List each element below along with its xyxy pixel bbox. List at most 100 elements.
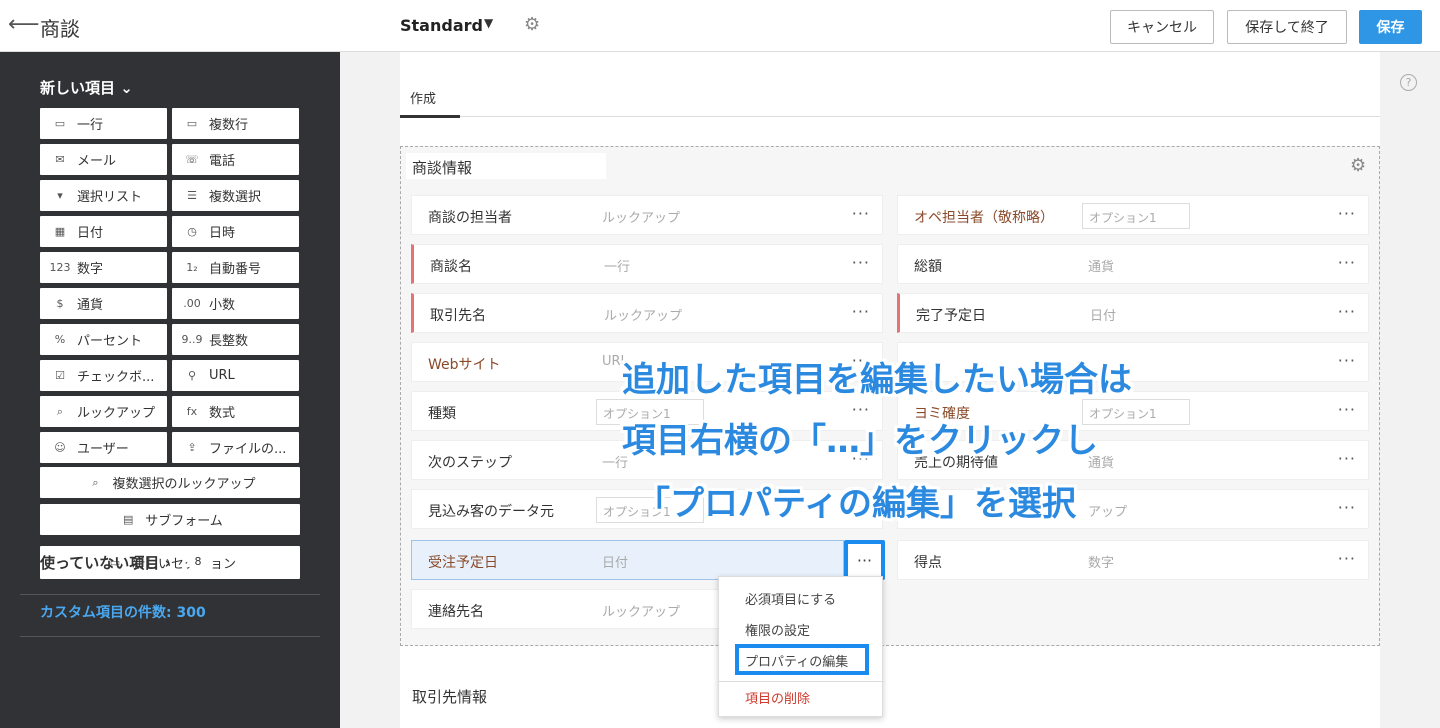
field-label: 得点	[914, 555, 942, 571]
field-type-icon: .00	[183, 297, 201, 310]
chevron-down-icon: ⌄	[120, 79, 133, 97]
custom-field-count: カスタム項目の件数: 300	[40, 605, 206, 621]
more-options-icon[interactable]: ···	[1338, 302, 1356, 321]
layout-field[interactable]: 取引先名 ルックアップ ···	[411, 293, 883, 333]
more-options-icon[interactable]: ···	[852, 253, 870, 272]
field-type-icon: ✉	[55, 153, 65, 166]
save-and-close-button[interactable]: 保存して終了	[1227, 10, 1347, 44]
unused-label: 使っていない項目	[40, 554, 160, 572]
field-type-tile[interactable]: ▾ 選択リスト	[40, 180, 167, 211]
field-type-tile[interactable]: ☺ ユーザー	[40, 432, 167, 463]
field-type-icon: ⚲	[187, 369, 197, 382]
arrow-left-icon[interactable]: ⟵	[8, 12, 40, 37]
top-bar: ⟵ 商談 Standard ▼ ⚙ キャンセル 保存して終了 保存	[0, 0, 1440, 52]
chevron-down-icon[interactable]: ▼	[484, 16, 493, 30]
field-label: オペ担当者（敬称略）	[914, 210, 1054, 226]
field-type-tile[interactable]: ◷ 日時	[172, 216, 299, 247]
tile-label: 数字	[77, 262, 104, 277]
more-options-icon[interactable]: ···	[1338, 449, 1356, 468]
lookup-icon: ⌕	[92, 475, 99, 489]
layout-field[interactable]: 商談名 一行 ···	[411, 244, 883, 284]
unused-count-badge: 8	[187, 551, 209, 571]
gear-icon[interactable]: ⚙	[524, 14, 540, 35]
layout-field[interactable]: 得点 数字 ···	[897, 540, 1369, 580]
menu-item-make-required[interactable]: 必須項目にする	[745, 589, 836, 608]
more-options-icon[interactable]: ···	[1338, 204, 1356, 223]
tile-label: 日時	[209, 226, 236, 241]
field-type-icon: ▾	[57, 189, 63, 202]
tile-label: ファイルの...	[209, 442, 287, 457]
field-type-tile[interactable]: ▭ 一行	[40, 108, 167, 139]
tile-label: 選択リスト	[77, 190, 143, 205]
section-title-account-info[interactable]: 取引先情報	[412, 686, 487, 707]
menu-item-delete[interactable]: 項目の削除	[745, 688, 810, 707]
more-options-icon[interactable]: ···	[1338, 253, 1356, 272]
layout-field[interactable]: 商談の担当者 ルックアップ ···	[411, 195, 883, 235]
cancel-button[interactable]: キャンセル	[1110, 10, 1214, 44]
tab-active-indicator	[400, 115, 460, 118]
field-options-menu: 必須項目にする 権限の設定 プロパティの編集 項目の削除	[718, 576, 884, 717]
layout-field[interactable]: オペ担当者（敬称略） オプション1 ···	[897, 195, 1369, 235]
annotation-line-3: 「プロパティの編集」を選択	[636, 484, 1076, 524]
menu-item-permissions[interactable]: 権限の設定	[745, 620, 810, 639]
field-type-tile[interactable]: $ 通貨	[40, 288, 167, 319]
new-items-heading[interactable]: 新しい項目 ⌄	[40, 77, 133, 98]
layout-name[interactable]: Standard	[400, 16, 483, 35]
field-type-tile[interactable]: fx 数式	[172, 396, 299, 427]
more-options-icon[interactable]: ···	[1338, 400, 1356, 419]
section-title[interactable]: 商談情報	[406, 153, 606, 179]
field-type-tile[interactable]: 123 数字	[40, 252, 167, 283]
more-options-icon[interactable]: ···	[1338, 351, 1356, 370]
field-type: ルックアップ	[602, 605, 681, 620]
gear-icon[interactable]: ⚙	[1350, 155, 1366, 176]
field-type-tile[interactable]: ▭ 複数行	[172, 108, 299, 139]
field-type-tile[interactable]: ⇪ ファイルの...	[172, 432, 299, 463]
subform-tile[interactable]: ▤ サブフォーム	[40, 504, 300, 535]
field-label: 連絡先名	[428, 604, 484, 620]
multi-lookup-tile[interactable]: ⌕ 複数選択のルックアップ	[40, 467, 300, 498]
field-label: 商談名	[430, 259, 472, 275]
annotation-line-1: 追加した項目を編集したい場合は	[622, 360, 1132, 400]
field-type-icon: ☑	[55, 369, 65, 382]
field-type-tile[interactable]: ▦ 日付	[40, 216, 167, 247]
save-button[interactable]: 保存	[1359, 10, 1422, 44]
tile-label: ユーザー	[77, 442, 129, 457]
page-title: 商談	[40, 17, 80, 41]
tile-label: 複数行	[209, 118, 249, 133]
field-type-tile[interactable]: ☏ 電話	[172, 144, 299, 175]
table-icon: ▤	[122, 513, 134, 526]
field-label: Webサイト	[428, 357, 501, 373]
menu-item-edit-properties[interactable]: プロパティの編集	[745, 651, 848, 670]
field-type-tile[interactable]: % パーセント	[40, 324, 167, 355]
menu-divider	[719, 681, 884, 682]
layout-field[interactable]: 総額 通貨 ···	[897, 244, 1369, 284]
field-type-tile[interactable]: ⚲ URL	[172, 360, 299, 391]
field-type-tile[interactable]: ✉ メール	[40, 144, 167, 175]
more-options-icon[interactable]: ···	[852, 204, 870, 223]
tile-label: 数式	[209, 406, 236, 421]
layout-field[interactable]: 受注予定日 日付	[411, 540, 844, 580]
more-options-icon[interactable]: ···	[852, 302, 870, 321]
field-type-tile[interactable]: ⌕ ルックアップ	[40, 396, 167, 427]
field-type-tile[interactable]: ☑ チェックボ...	[40, 360, 167, 391]
unused-items-link[interactable]: 使っていない項目 ›	[40, 552, 171, 573]
chevron-right-icon: ›	[164, 554, 171, 572]
field-type-tile[interactable]: .00 小数	[172, 288, 299, 319]
field-type-icon: 9..9	[181, 333, 203, 346]
field-type-tile[interactable]: ☰ 複数選択	[172, 180, 299, 211]
field-type: 一行	[604, 260, 631, 275]
tile-label: 小数	[209, 298, 236, 313]
field-type: 数字	[1088, 556, 1115, 571]
field-type-tile[interactable]: 1₂ 自動番号	[172, 252, 299, 283]
field-type: 日付	[602, 556, 629, 571]
field-label: 取引先名	[430, 308, 486, 324]
field-options-button[interactable]: ···	[844, 540, 885, 580]
more-options-icon[interactable]: ···	[1338, 498, 1356, 517]
tab-create[interactable]: 作成	[410, 88, 436, 107]
field-type-tile[interactable]: 9..9 長整数	[172, 324, 299, 355]
more-options-icon[interactable]: ···	[1338, 549, 1356, 568]
tile-label: 一行	[77, 118, 104, 133]
layout-field[interactable]: 完了予定日 日付 ···	[897, 293, 1369, 333]
help-icon[interactable]: ?	[1400, 74, 1417, 91]
field-type: 通貨	[1088, 260, 1115, 275]
